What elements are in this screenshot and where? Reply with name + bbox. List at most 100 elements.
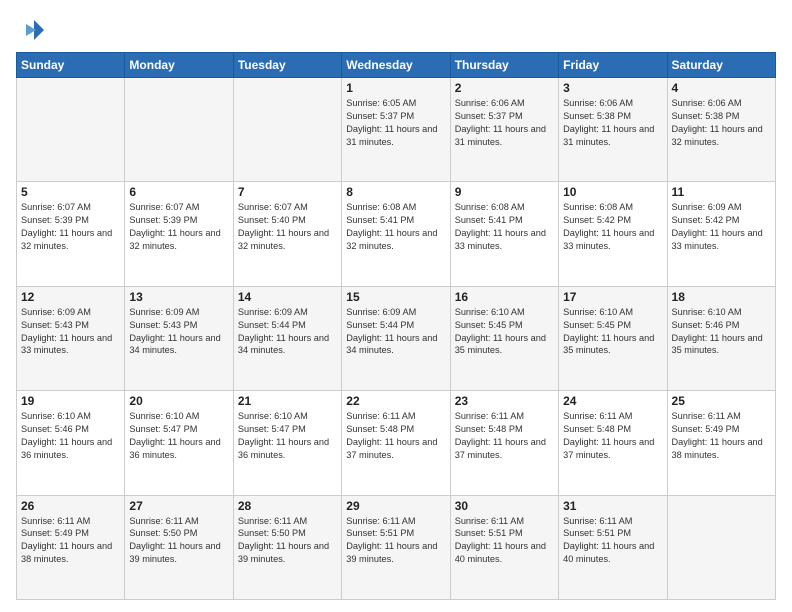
calendar-cell: 27 Sunrise: 6:11 AM Sunset: 5:50 PM Dayli…: [125, 495, 233, 599]
day-number: 9: [455, 185, 554, 199]
day-number: 3: [563, 81, 662, 95]
day-info: Sunrise: 6:11 AM Sunset: 5:49 PM Dayligh…: [672, 410, 771, 462]
calendar-cell: 21 Sunrise: 6:10 AM Sunset: 5:47 PM Dayli…: [233, 391, 341, 495]
day-number: 6: [129, 185, 228, 199]
day-number: 5: [21, 185, 120, 199]
day-number: 16: [455, 290, 554, 304]
calendar-cell: 6 Sunrise: 6:07 AM Sunset: 5:39 PM Daylig…: [125, 182, 233, 286]
calendar-cell: 10 Sunrise: 6:08 AM Sunset: 5:42 PM Dayli…: [559, 182, 667, 286]
day-info: Sunrise: 6:11 AM Sunset: 5:50 PM Dayligh…: [129, 515, 228, 567]
calendar-cell: 25 Sunrise: 6:11 AM Sunset: 5:49 PM Dayli…: [667, 391, 775, 495]
day-number: 29: [346, 499, 445, 513]
day-number: 27: [129, 499, 228, 513]
weekday-header-thursday: Thursday: [450, 53, 558, 78]
day-info: Sunrise: 6:07 AM Sunset: 5:40 PM Dayligh…: [238, 201, 337, 253]
day-info: Sunrise: 6:06 AM Sunset: 5:38 PM Dayligh…: [563, 97, 662, 149]
calendar-cell: 20 Sunrise: 6:10 AM Sunset: 5:47 PM Dayli…: [125, 391, 233, 495]
calendar-week-row: 26 Sunrise: 6:11 AM Sunset: 5:49 PM Dayli…: [17, 495, 776, 599]
day-number: 28: [238, 499, 337, 513]
day-info: Sunrise: 6:11 AM Sunset: 5:50 PM Dayligh…: [238, 515, 337, 567]
calendar-cell: 19 Sunrise: 6:10 AM Sunset: 5:46 PM Dayli…: [17, 391, 125, 495]
day-info: Sunrise: 6:08 AM Sunset: 5:41 PM Dayligh…: [455, 201, 554, 253]
day-number: 24: [563, 394, 662, 408]
logo-icon: [16, 16, 44, 44]
weekday-header-sunday: Sunday: [17, 53, 125, 78]
calendar-cell: 16Sunrise: 6:10 AM Sunset: 5:45 PM Dayli…: [450, 286, 558, 390]
day-info: Sunrise: 6:11 AM Sunset: 5:51 PM Dayligh…: [563, 515, 662, 567]
weekday-header-tuesday: Tuesday: [233, 53, 341, 78]
day-number: 8: [346, 185, 445, 199]
day-number: 30: [455, 499, 554, 513]
day-number: 19: [21, 394, 120, 408]
calendar-cell: 4Sunrise: 6:06 AM Sunset: 5:38 PM Daylig…: [667, 78, 775, 182]
logo: [16, 16, 48, 44]
calendar-week-row: 12Sunrise: 6:09 AM Sunset: 5:43 PM Dayli…: [17, 286, 776, 390]
calendar-cell: 12Sunrise: 6:09 AM Sunset: 5:43 PM Dayli…: [17, 286, 125, 390]
day-info: Sunrise: 6:08 AM Sunset: 5:42 PM Dayligh…: [563, 201, 662, 253]
calendar-week-row: 5 Sunrise: 6:07 AM Sunset: 5:39 PM Daylig…: [17, 182, 776, 286]
day-info: Sunrise: 6:10 AM Sunset: 5:46 PM Dayligh…: [672, 306, 771, 358]
day-info: Sunrise: 6:07 AM Sunset: 5:39 PM Dayligh…: [129, 201, 228, 253]
weekday-header-row: SundayMondayTuesdayWednesdayThursdayFrid…: [17, 53, 776, 78]
day-info: Sunrise: 6:11 AM Sunset: 5:48 PM Dayligh…: [346, 410, 445, 462]
day-number: 31: [563, 499, 662, 513]
calendar-cell: 23Sunrise: 6:11 AM Sunset: 5:48 PM Dayli…: [450, 391, 558, 495]
calendar-cell: [125, 78, 233, 182]
day-info: Sunrise: 6:11 AM Sunset: 5:51 PM Dayligh…: [455, 515, 554, 567]
day-info: Sunrise: 6:10 AM Sunset: 5:45 PM Dayligh…: [563, 306, 662, 358]
calendar-cell: 7 Sunrise: 6:07 AM Sunset: 5:40 PM Daylig…: [233, 182, 341, 286]
day-info: Sunrise: 6:10 AM Sunset: 5:46 PM Dayligh…: [21, 410, 120, 462]
header: [16, 12, 776, 44]
page: SundayMondayTuesdayWednesdayThursdayFrid…: [0, 0, 792, 612]
calendar-cell: 17 Sunrise: 6:10 AM Sunset: 5:45 PM Dayli…: [559, 286, 667, 390]
day-info: Sunrise: 6:11 AM Sunset: 5:51 PM Dayligh…: [346, 515, 445, 567]
calendar-cell: [233, 78, 341, 182]
calendar-cell: 3 Sunrise: 6:06 AM Sunset: 5:38 PM Daylig…: [559, 78, 667, 182]
day-number: 21: [238, 394, 337, 408]
day-info: Sunrise: 6:09 AM Sunset: 5:44 PM Dayligh…: [346, 306, 445, 358]
day-number: 22: [346, 394, 445, 408]
calendar-cell: 29 Sunrise: 6:11 AM Sunset: 5:51 PM Dayli…: [342, 495, 450, 599]
calendar-header: SundayMondayTuesdayWednesdayThursdayFrid…: [17, 53, 776, 78]
calendar-week-row: 1 Sunrise: 6:05 AM Sunset: 5:37 PM Daylig…: [17, 78, 776, 182]
day-number: 1: [346, 81, 445, 95]
calendar-cell: [17, 78, 125, 182]
day-info: Sunrise: 6:11 AM Sunset: 5:48 PM Dayligh…: [563, 410, 662, 462]
weekday-header-friday: Friday: [559, 53, 667, 78]
day-number: 18: [672, 290, 771, 304]
day-info: Sunrise: 6:10 AM Sunset: 5:47 PM Dayligh…: [129, 410, 228, 462]
calendar-cell: 18 Sunrise: 6:10 AM Sunset: 5:46 PM Dayli…: [667, 286, 775, 390]
calendar-week-row: 19 Sunrise: 6:10 AM Sunset: 5:46 PM Dayli…: [17, 391, 776, 495]
day-number: 25: [672, 394, 771, 408]
day-number: 17: [563, 290, 662, 304]
day-info: Sunrise: 6:05 AM Sunset: 5:37 PM Dayligh…: [346, 97, 445, 149]
calendar-cell: 1 Sunrise: 6:05 AM Sunset: 5:37 PM Daylig…: [342, 78, 450, 182]
day-number: 10: [563, 185, 662, 199]
calendar-cell: 26 Sunrise: 6:11 AM Sunset: 5:49 PM Dayli…: [17, 495, 125, 599]
day-info: Sunrise: 6:10 AM Sunset: 5:47 PM Dayligh…: [238, 410, 337, 462]
calendar-cell: 30 Sunrise: 6:11 AM Sunset: 5:51 PM Dayli…: [450, 495, 558, 599]
day-number: 14: [238, 290, 337, 304]
day-info: Sunrise: 6:09 AM Sunset: 5:44 PM Dayligh…: [238, 306, 337, 358]
day-number: 20: [129, 394, 228, 408]
calendar-cell: 11Sunrise: 6:09 AM Sunset: 5:42 PM Dayli…: [667, 182, 775, 286]
day-info: Sunrise: 6:11 AM Sunset: 5:48 PM Dayligh…: [455, 410, 554, 462]
calendar-cell: 31 Sunrise: 6:11 AM Sunset: 5:51 PM Dayli…: [559, 495, 667, 599]
calendar-body: 1 Sunrise: 6:05 AM Sunset: 5:37 PM Daylig…: [17, 78, 776, 600]
day-number: 7: [238, 185, 337, 199]
day-info: Sunrise: 6:09 AM Sunset: 5:43 PM Dayligh…: [129, 306, 228, 358]
day-number: 2: [455, 81, 554, 95]
calendar-cell: 24 Sunrise: 6:11 AM Sunset: 5:48 PM Dayli…: [559, 391, 667, 495]
day-number: 4: [672, 81, 771, 95]
day-number: 11: [672, 185, 771, 199]
day-info: Sunrise: 6:08 AM Sunset: 5:41 PM Dayligh…: [346, 201, 445, 253]
calendar-cell: 15Sunrise: 6:09 AM Sunset: 5:44 PM Dayli…: [342, 286, 450, 390]
day-info: Sunrise: 6:07 AM Sunset: 5:39 PM Dayligh…: [21, 201, 120, 253]
calendar-cell: 14 Sunrise: 6:09 AM Sunset: 5:44 PM Dayli…: [233, 286, 341, 390]
calendar-cell: 28 Sunrise: 6:11 AM Sunset: 5:50 PM Dayli…: [233, 495, 341, 599]
day-info: Sunrise: 6:11 AM Sunset: 5:49 PM Dayligh…: [21, 515, 120, 567]
day-number: 26: [21, 499, 120, 513]
calendar-cell: 5 Sunrise: 6:07 AM Sunset: 5:39 PM Daylig…: [17, 182, 125, 286]
day-info: Sunrise: 6:09 AM Sunset: 5:43 PM Dayligh…: [21, 306, 120, 358]
day-info: Sunrise: 6:06 AM Sunset: 5:37 PM Dayligh…: [455, 97, 554, 149]
